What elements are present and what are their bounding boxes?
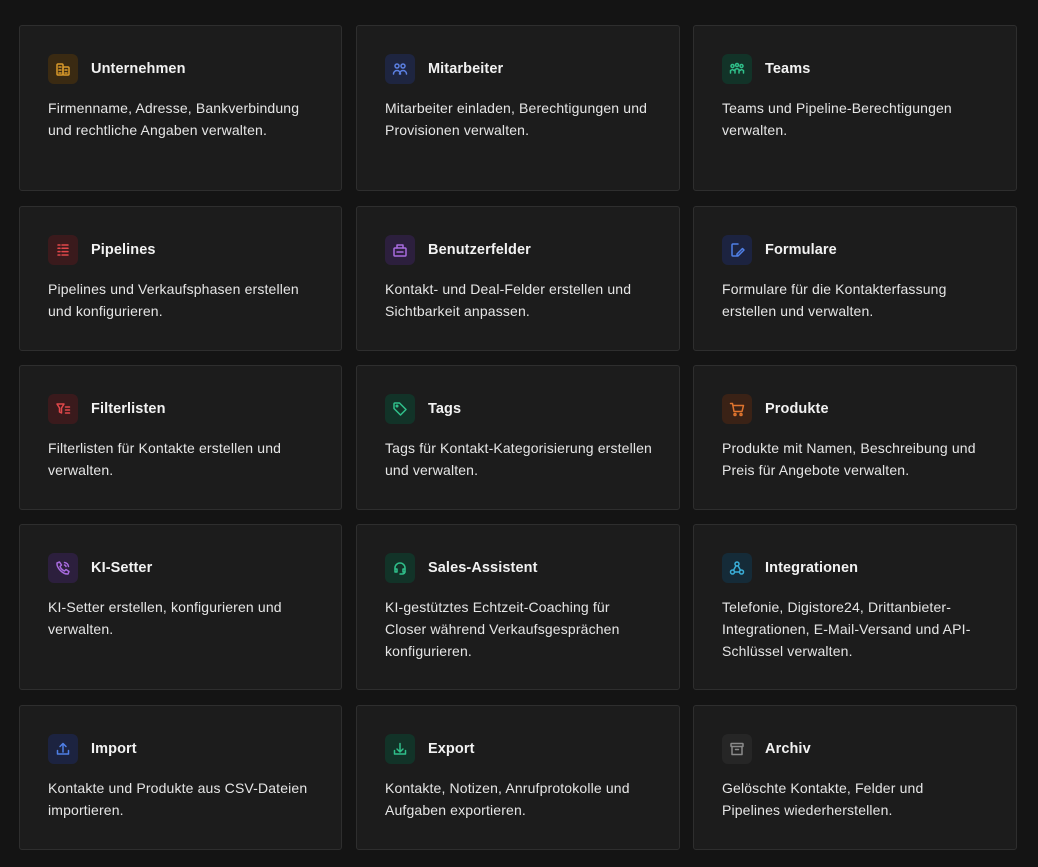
card-description: Telefonie, Digistore24, Drittanbieter-In… (722, 599, 971, 659)
card-title: Pipelines (91, 242, 156, 258)
form-edit-icon (722, 235, 752, 265)
card-title: Tags (428, 401, 462, 417)
card-title: Formulare (765, 242, 837, 258)
tag-icon (385, 394, 415, 424)
card-title: Import (91, 741, 137, 757)
card-description: Formulare für die Kontakterfassung erste… (722, 281, 947, 319)
download-icon (385, 734, 415, 764)
fields-icon (385, 235, 415, 265)
card-title: Sales-Assistent (428, 560, 538, 576)
phone-call-icon (48, 553, 78, 583)
settings-card-integrationen[interactable]: Integrationen Telefonie, Digistore24, Dr… (693, 524, 1017, 690)
card-title: Filterlisten (91, 401, 166, 417)
card-title: Export (428, 741, 475, 757)
settings-card-archiv[interactable]: Archiv Gelöschte Kontakte, Felder und Pi… (693, 705, 1017, 850)
card-description: KI-gestütztes Echtzeit-Coaching für Clos… (385, 599, 620, 659)
card-title: Benutzerfelder (428, 242, 531, 258)
card-description: Kontakte, Notizen, Anrufprotokolle und A… (385, 780, 630, 818)
settings-card-export[interactable]: Export Kontakte, Notizen, Anrufprotokoll… (356, 705, 680, 850)
card-description: Filterlisten für Kontakte erstellen und … (48, 440, 282, 478)
card-description: Teams und Pipeline-Berechtigungen verwal… (722, 100, 952, 138)
card-title: Mitarbeiter (428, 61, 504, 77)
archive-icon (722, 734, 752, 764)
upload-icon (48, 734, 78, 764)
headset-icon (385, 553, 415, 583)
settings-card-mitarbeiter[interactable]: Mitarbeiter Mitarbeiter einladen, Berech… (356, 25, 680, 191)
card-description: Kontakte und Produkte aus CSV-Dateien im… (48, 780, 308, 818)
card-description: Gelöschte Kontakte, Felder und Pipelines… (722, 780, 924, 818)
card-description: Mitarbeiter einladen, Berechtigungen und… (385, 100, 648, 138)
card-description: Tags für Kontakt-Kategorisierung erstell… (385, 440, 652, 478)
settings-card-teams[interactable]: Teams Teams und Pipeline-Berechtigungen … (693, 25, 1017, 191)
card-title: Teams (765, 61, 811, 77)
teams-icon (722, 54, 752, 84)
webhook-icon (722, 553, 752, 583)
card-description: Kontakt- und Deal-Felder erstellen und S… (385, 281, 632, 319)
settings-card-pipelines[interactable]: Pipelines Pipelines und Verkaufsphasen e… (19, 206, 342, 351)
card-description: Firmenname, Adresse, Bankverbindung und … (48, 100, 300, 138)
settings-card-filterlisten[interactable]: Filterlisten Filterlisten für Kontakte e… (19, 365, 342, 510)
settings-card-benutzerfelder[interactable]: Benutzerfelder Kontakt- und Deal-Felder … (356, 206, 680, 351)
card-title: KI-Setter (91, 560, 153, 576)
filter-list-icon (48, 394, 78, 424)
card-title: Integrationen (765, 560, 859, 576)
settings-card-formulare[interactable]: Formulare Formulare für die Kontakterfas… (693, 206, 1017, 351)
settings-card-unternehmen[interactable]: Unternehmen Firmenname, Adresse, Bankver… (19, 25, 342, 191)
card-title: Produkte (765, 401, 829, 417)
card-description: Produkte mit Namen, Beschreibung und Pre… (722, 440, 976, 478)
settings-card-sales-assistent[interactable]: Sales-Assistent KI-gestütztes Echtzeit-C… (356, 524, 680, 690)
settings-card-ki-setter[interactable]: KI-Setter KI-Setter erstellen, konfiguri… (19, 524, 342, 690)
pipeline-icon (48, 235, 78, 265)
card-title: Unternehmen (91, 61, 186, 77)
settings-card-import[interactable]: Import Kontakte und Produkte aus CSV-Dat… (19, 705, 342, 850)
card-description: KI-Setter erstellen, konfigurieren und v… (48, 599, 282, 637)
building-icon (48, 54, 78, 84)
card-description: Pipelines und Verkaufsphasen erstellen u… (48, 281, 299, 319)
card-title: Archiv (765, 741, 811, 757)
settings-card-produkte[interactable]: Produkte Produkte mit Namen, Beschreibun… (693, 365, 1017, 510)
cart-icon (722, 394, 752, 424)
settings-card-tags[interactable]: Tags Tags für Kontakt-Kategorisierung er… (356, 365, 680, 510)
users-icon (385, 54, 415, 84)
